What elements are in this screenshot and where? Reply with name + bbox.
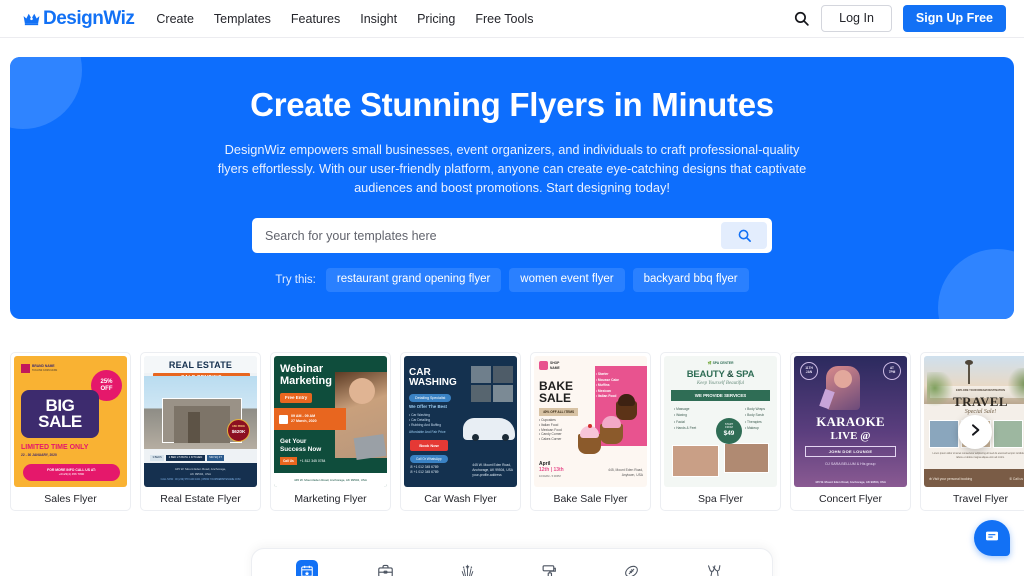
suggestion-chip-restaurant[interactable]: restaurant grand opening flyer [325, 268, 502, 292]
template-thumbnail: REAL ESTATE SALE PENDING ASK PRICE$620K … [144, 356, 257, 487]
category-fireworks[interactable] [452, 558, 482, 576]
logo-text: DesignWiz [43, 7, 135, 29]
template-card-label: Marketing Flyer [294, 492, 367, 505]
template-card-label: Bake Sale Flyer [553, 492, 628, 505]
category-football[interactable] [616, 558, 646, 576]
category-briefcase[interactable] [370, 558, 400, 576]
suggested-searches: Try this: restaurant grand opening flyer… [10, 268, 1014, 292]
template-card-spa[interactable]: 🌿 SPA CENTER BEAUTY & SPA Keep Yourself … [660, 352, 781, 511]
category-calendar-star[interactable] [296, 560, 318, 576]
carousel-next-button[interactable] [958, 415, 992, 449]
search-icon[interactable] [793, 10, 810, 27]
chat-widget-button[interactable] [974, 520, 1010, 556]
try-this-label: Try this: [275, 273, 316, 286]
template-thumbnail: BRAND NAME TAGLINE GOES HERE 25% OFF BIG SA… [14, 356, 127, 487]
template-thumbnail: SHOP NAME BAKE SALE 40% OFF ALL ITEMS • Cu… [534, 356, 647, 487]
signup-button[interactable]: Sign Up Free [902, 5, 1006, 32]
nav-item-templates[interactable]: Templates [214, 12, 271, 26]
search-submit-button[interactable] [721, 222, 767, 249]
template-thumbnail: Webinar Marketing Free Entry 09 AM - 09 A… [274, 356, 387, 487]
nav-item-create[interactable]: Create [156, 12, 194, 26]
template-card-label: Sales Flyer [44, 492, 97, 505]
hero-banner: Create Stunning Flyers in Minutes Design… [10, 57, 1014, 319]
template-card-label: Travel Flyer [952, 492, 1009, 505]
suggestion-chip-backyard-bbq[interactable]: backyard bbq flyer [632, 268, 749, 292]
template-card-car-wash[interactable]: CAR WASHING Detailing Specialist We Offer… [400, 352, 521, 511]
hero-subtitle: DesignWiz empowers small businesses, eve… [217, 142, 807, 195]
chevron-right-icon [967, 422, 983, 443]
template-card-sales[interactable]: BRAND NAME TAGLINE GOES HERE 25% OFF BIG SA… [10, 352, 131, 511]
search-input[interactable] [252, 219, 721, 252]
header-actions: Log In Sign Up Free [793, 5, 1006, 32]
nav-item-pricing[interactable]: Pricing [417, 12, 455, 26]
login-button[interactable]: Log In [821, 5, 892, 32]
template-card-label: Spa Flyer [698, 492, 743, 505]
template-thumbnail: 🌿 SPA CENTER BEAUTY & SPA Keep Yourself … [664, 356, 777, 487]
template-search-bar [252, 218, 772, 253]
chat-bubble-icon [984, 528, 1000, 549]
nav-item-free-tools[interactable]: Free Tools [475, 12, 533, 26]
category-paint-roller[interactable] [534, 558, 564, 576]
template-thumbnail: 11TH JAN AT 7PM KARAOKE LIVE @ JOHN DOE LO… [794, 356, 907, 487]
template-carousel[interactable]: BRAND NAME TAGLINE GOES HERE 25% OFF BIG SA… [10, 352, 1024, 512]
site-header: DesignWiz Create Templates Features Insi… [0, 0, 1024, 38]
template-card-bake-sale[interactable]: SHOP NAME BAKE SALE 40% OFF ALL ITEMS • Cu… [530, 352, 651, 511]
page-title: Create Stunning Flyers in Minutes [250, 86, 774, 123]
category-champagne-glasses[interactable] [698, 558, 728, 576]
nav-item-insight[interactable]: Insight [360, 12, 397, 26]
template-card-label: Concert Flyer [818, 492, 882, 505]
template-card-marketing[interactable]: Webinar Marketing Free Entry 09 AM - 09 A… [270, 352, 391, 511]
crown-icon [22, 9, 41, 28]
template-card-real-estate[interactable]: REAL ESTATE SALE PENDING ASK PRICE$620K … [140, 352, 261, 511]
main-nav: Create Templates Features Insight Pricin… [156, 12, 533, 26]
template-card-label: Car Wash Flyer [424, 492, 497, 505]
template-thumbnail: CAR WASHING Detailing Specialist We Offer… [404, 356, 517, 487]
template-card-label: Real Estate Flyer [160, 492, 241, 505]
category-bar [251, 548, 773, 576]
logo[interactable]: DesignWiz [22, 7, 135, 30]
template-card-concert[interactable]: 11TH JAN AT 7PM KARAOKE LIVE @ JOHN DOE LO… [790, 352, 911, 511]
suggestion-chip-women-event[interactable]: women event flyer [509, 268, 625, 292]
nav-item-features[interactable]: Features [291, 12, 340, 26]
